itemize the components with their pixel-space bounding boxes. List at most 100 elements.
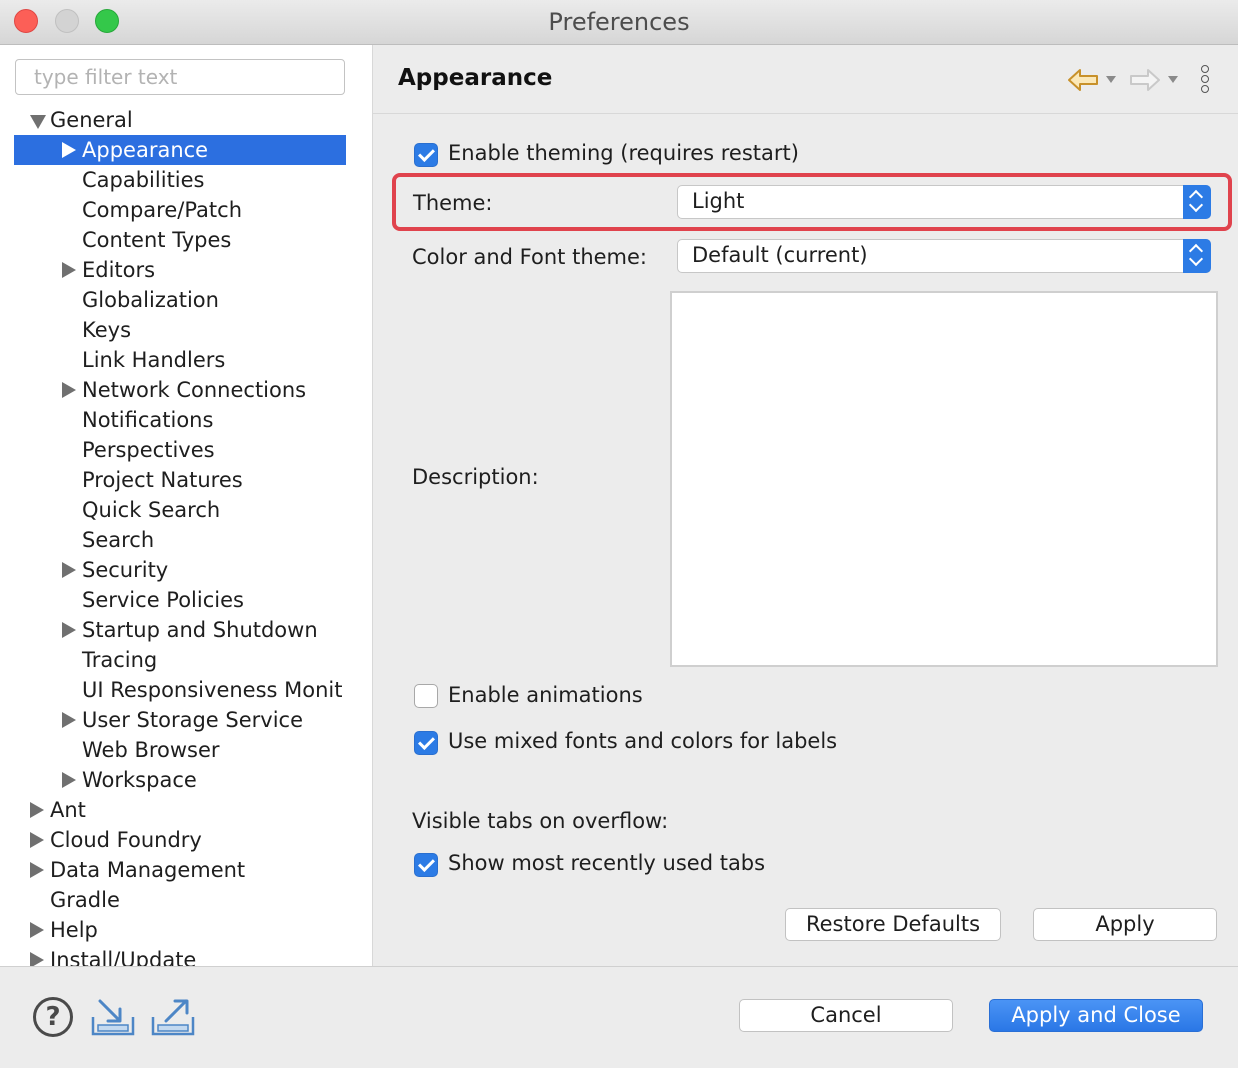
tree-item-label: Editors <box>82 258 156 282</box>
dialog-footer: ? Cancel Apply and Close <box>0 966 1238 1068</box>
theme-select[interactable]: Light <box>677 185 1211 219</box>
tree-item-label: Install/Update <box>50 948 197 966</box>
tree-item-label: Keys <box>82 318 132 342</box>
tree-item-cloud-foundry[interactable]: Cloud Foundry <box>14 825 346 855</box>
tree-item-general[interactable]: General <box>14 105 346 135</box>
mixed-fonts-checkbox[interactable] <box>414 731 438 755</box>
expand-triangle-icon[interactable] <box>30 832 44 848</box>
more-vertical-icon[interactable] <box>1199 65 1211 95</box>
theme-label: Theme: <box>413 191 493 215</box>
page-title: Appearance <box>398 65 553 91</box>
tree-item-label: Capabilities <box>82 168 205 192</box>
forward-arrow-icon[interactable] <box>1129 67 1161 93</box>
tree-item-tracing[interactable]: Tracing <box>14 645 346 675</box>
tree-item-appearance[interactable]: Appearance <box>14 135 346 165</box>
tree-item-web-browser[interactable]: Web Browser <box>14 735 346 765</box>
visible-tabs-label: Visible tabs on overflow: <box>412 809 669 833</box>
tree-item-quick-search[interactable]: Quick Search <box>14 495 346 525</box>
tree-item-label: Compare/Patch <box>82 198 243 222</box>
mixed-fonts-label: Use mixed fonts and colors for labels <box>448 729 838 753</box>
tree-item-label: Perspectives <box>82 438 215 462</box>
enable-animations-checkbox[interactable] <box>414 684 438 708</box>
tree-item-label: General <box>50 108 133 132</box>
import-icon[interactable] <box>90 997 136 1037</box>
tree-item-security[interactable]: Security <box>14 555 346 585</box>
back-arrow-icon[interactable] <box>1067 67 1099 93</box>
tree-item-gradle[interactable]: Gradle <box>14 885 346 915</box>
preference-tree: General Appearance Capabilities Compare/Pa… <box>14 105 346 966</box>
tree-item-label: Project Natures <box>82 468 243 492</box>
apply-button[interactable]: Apply <box>1033 908 1217 941</box>
tree-item-label: Gradle <box>50 888 120 912</box>
tree-item-startup-and-shutdown[interactable]: Startup and Shutdown <box>14 615 346 645</box>
tree-item-label: Network Connections <box>82 378 307 402</box>
expand-triangle-icon[interactable] <box>30 952 44 966</box>
expand-triangle-icon[interactable] <box>62 772 76 788</box>
tree-item-search[interactable]: Search <box>14 525 346 555</box>
filter-input[interactable] <box>15 59 345 95</box>
tree-item-keys[interactable]: Keys <box>14 315 346 345</box>
expand-triangle-icon[interactable] <box>62 382 76 398</box>
tree-item-label: Security <box>82 558 169 582</box>
tree-item-label: Cloud Foundry <box>50 828 202 852</box>
tree-item-label: Service Policies <box>82 588 244 612</box>
expand-triangle-icon[interactable] <box>62 712 76 728</box>
expand-triangle-icon[interactable] <box>30 802 44 818</box>
tree-item-ui-responsiveness-monit[interactable]: UI Responsiveness Monit <box>14 675 346 705</box>
expanded-triangle-icon[interactable] <box>30 115 46 129</box>
select-stepper-icon <box>1183 185 1211 219</box>
preferences-window: Preferences General Appearance Capabiliti… <box>0 0 1238 1068</box>
tree-item-install-update[interactable]: Install/Update <box>14 945 346 966</box>
tree-item-label: Quick Search <box>82 498 221 522</box>
tree-item-content-types[interactable]: Content Types <box>14 225 346 255</box>
show-mru-tabs-checkbox[interactable] <box>414 853 438 877</box>
forward-history-dropdown-icon[interactable] <box>1168 76 1178 83</box>
help-icon[interactable]: ? <box>33 997 73 1037</box>
apply-and-close-button[interactable]: Apply and Close <box>989 999 1203 1032</box>
tree-item-workspace[interactable]: Workspace <box>14 765 346 795</box>
tree-item-user-storage-service[interactable]: User Storage Service <box>14 705 346 735</box>
expand-triangle-icon[interactable] <box>30 922 44 938</box>
color-font-theme-label: Color and Font theme: <box>412 245 647 269</box>
expand-triangle-icon[interactable] <box>30 862 44 878</box>
tree-item-label: User Storage Service <box>82 708 303 732</box>
tree-item-network-connections[interactable]: Network Connections <box>14 375 346 405</box>
enable-theming-label: Enable theming (requires restart) <box>448 141 799 165</box>
tree-item-notifications[interactable]: Notifications <box>14 405 346 435</box>
tree-item-globalization[interactable]: Globalization <box>14 285 346 315</box>
tree-item-label: Appearance <box>82 138 209 162</box>
expand-triangle-icon[interactable] <box>62 622 76 638</box>
appearance-settings: Enable theming (requires restart) Theme:… <box>373 114 1238 966</box>
title-bar[interactable]: Preferences <box>0 0 1238 45</box>
enable-theming-checkbox[interactable] <box>414 143 438 167</box>
tree-item-help[interactable]: Help <box>14 915 346 945</box>
description-label: Description: <box>412 465 539 489</box>
tree-item-label: UI Responsiveness Monit <box>82 678 343 702</box>
tree-item-link-handlers[interactable]: Link Handlers <box>14 345 346 375</box>
tree-item-project-natures[interactable]: Project Natures <box>14 465 346 495</box>
restore-defaults-button[interactable]: Restore Defaults <box>785 908 1001 941</box>
description-text-area[interactable] <box>670 291 1218 667</box>
tree-item-service-policies[interactable]: Service Policies <box>14 585 346 615</box>
color-font-theme-select[interactable]: Default (current) <box>677 239 1211 273</box>
color-font-theme-value: Default (current) <box>692 243 868 267</box>
tree-item-compare-patch[interactable]: Compare/Patch <box>14 195 346 225</box>
expand-triangle-icon[interactable] <box>62 142 76 158</box>
tree-item-label: Content Types <box>82 228 232 252</box>
preference-tree-pane: General Appearance Capabilities Compare/Pa… <box>0 45 373 966</box>
export-icon[interactable] <box>150 997 196 1037</box>
expand-triangle-icon[interactable] <box>62 562 76 578</box>
tree-item-perspectives[interactable]: Perspectives <box>14 435 346 465</box>
tree-item-editors[interactable]: Editors <box>14 255 346 285</box>
tree-item-label: Startup and Shutdown <box>82 618 318 642</box>
show-mru-tabs-label: Show most recently used tabs <box>448 851 766 875</box>
back-history-dropdown-icon[interactable] <box>1106 76 1116 83</box>
tree-item-label: Search <box>82 528 155 552</box>
cancel-button[interactable]: Cancel <box>739 999 953 1032</box>
tree-item-label: Workspace <box>82 768 197 792</box>
tree-item-label: Web Browser <box>82 738 220 762</box>
tree-item-data-management[interactable]: Data Management <box>14 855 346 885</box>
tree-item-ant[interactable]: Ant <box>14 795 346 825</box>
tree-item-capabilities[interactable]: Capabilities <box>14 165 346 195</box>
expand-triangle-icon[interactable] <box>62 262 76 278</box>
